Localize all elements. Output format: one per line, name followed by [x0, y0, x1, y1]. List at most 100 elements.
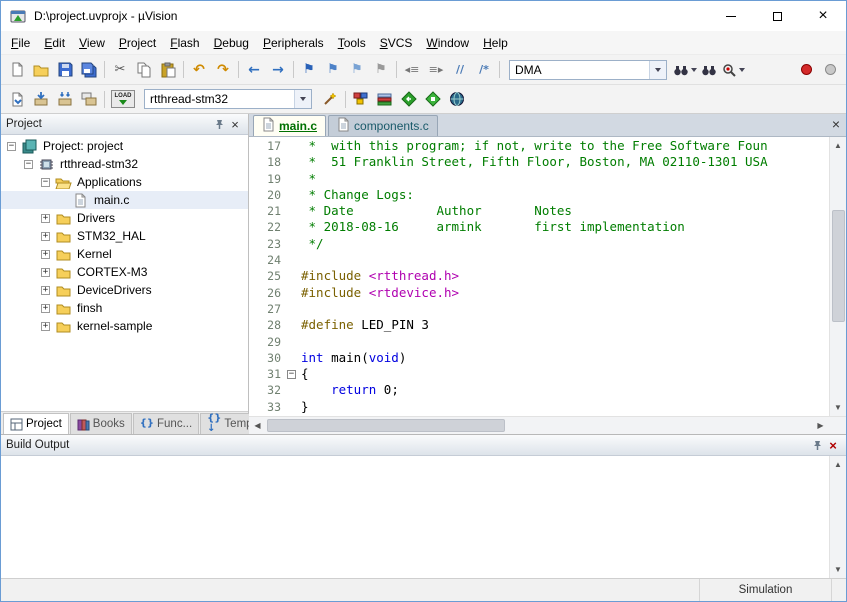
scroll-up-icon[interactable]: ▲ [830, 137, 847, 154]
code-area[interactable]: 17 * with this program; if not, write to… [249, 137, 829, 416]
close-button[interactable]: × [800, 1, 846, 31]
menu-debug[interactable]: Debug [207, 33, 256, 53]
uncomment-button[interactable]: /* [472, 59, 496, 81]
build-output-close-button[interactable]: × [825, 437, 841, 453]
minimize-button[interactable] [708, 1, 754, 31]
nav-back-button[interactable]: ← [242, 59, 266, 81]
bookmark-clear-button[interactable]: ⚑ [369, 59, 393, 81]
indent-right-button[interactable]: ≡▸ [424, 59, 448, 81]
build-pin-icon[interactable] [809, 437, 825, 453]
magnifier-menu-button[interactable] [721, 59, 745, 81]
cut-button[interactable]: ✂ [108, 59, 132, 81]
breakpoint-button[interactable] [794, 59, 818, 81]
project-panel-close-button[interactable]: × [227, 116, 243, 132]
tree-item-applications[interactable]: − Applications [1, 173, 248, 191]
copy-button[interactable] [132, 59, 156, 81]
open-folder-button[interactable] [29, 59, 53, 81]
tree-item-kernel-sample[interactable]: +kernel-sample [1, 317, 248, 335]
expander-plus-icon[interactable]: + [41, 304, 50, 313]
paste-button[interactable] [156, 59, 180, 81]
editor-hscrollbar-thumb[interactable] [267, 419, 505, 432]
build-scroll-up-icon[interactable]: ▲ [830, 456, 847, 473]
comment-button[interactable]: // [448, 59, 472, 81]
pack-installer-button[interactable] [421, 88, 445, 110]
expander-plus-icon[interactable]: + [41, 232, 50, 241]
editor-tab-main-c[interactable]: main.c [253, 115, 326, 136]
expander-plus-icon[interactable]: + [41, 322, 50, 331]
translate-button[interactable] [5, 88, 29, 110]
editor-scrollbar-thumb[interactable] [832, 210, 845, 322]
build-button[interactable] [29, 88, 53, 110]
fold-minus-icon[interactable]: − [285, 366, 298, 382]
tree-item-cortex-m3[interactable]: +CORTEX-M3 [1, 263, 248, 281]
manage-rte-button[interactable] [397, 88, 421, 110]
expander-plus-icon[interactable]: + [41, 268, 50, 277]
target-combo-dropdown-icon[interactable] [294, 90, 311, 108]
tree-item-drivers[interactable]: +Drivers [1, 209, 248, 227]
search-combo-dropdown-icon[interactable] [649, 61, 666, 79]
tree-item-kernel[interactable]: +Kernel [1, 245, 248, 263]
build-scroll-down-icon[interactable]: ▼ [830, 561, 847, 578]
menu-svcs[interactable]: SVCS [373, 33, 420, 53]
target-select-combo[interactable]: rtthread-stm32 [144, 89, 312, 109]
menu-view[interactable]: View [72, 33, 112, 53]
menu-file[interactable]: File [4, 33, 37, 53]
panel-tab-books[interactable]: Books [70, 413, 132, 434]
packs-globe-button[interactable] [445, 88, 469, 110]
save-button[interactable] [53, 59, 77, 81]
menu-window[interactable]: Window [419, 33, 476, 53]
indent-left-button[interactable]: ◂≡ [400, 59, 424, 81]
expander-minus-icon[interactable]: − [7, 142, 16, 151]
batch-build-button[interactable] [77, 88, 101, 110]
panel-tab-project[interactable]: Project [3, 413, 69, 434]
find-in-files-button[interactable] [673, 59, 697, 81]
options-for-target-button[interactable] [318, 88, 342, 110]
build-output-content[interactable] [1, 456, 829, 578]
scroll-left-icon[interactable]: ◀ [249, 417, 266, 434]
panel-tab-func[interactable]: {}Func... [133, 413, 199, 434]
expander-plus-icon[interactable]: + [41, 214, 50, 223]
build-vertical-scrollbar[interactable]: ▲ ▼ [829, 456, 846, 578]
redo-button[interactable]: ↷ [211, 59, 235, 81]
menu-tools[interactable]: Tools [331, 33, 373, 53]
menu-project[interactable]: Project [112, 33, 163, 53]
tree-item-label: Applications [74, 175, 145, 189]
manage-project-items-button[interactable] [349, 88, 373, 110]
menu-help[interactable]: Help [476, 33, 515, 53]
expander-plus-icon[interactable]: + [41, 250, 50, 259]
bookmark-next-button[interactable]: ⚑ [345, 59, 369, 81]
menu-edit[interactable]: Edit [37, 33, 72, 53]
load-button[interactable]: LOAD [108, 88, 138, 110]
expander-minus-icon[interactable]: − [24, 160, 33, 169]
save-all-button[interactable] [77, 59, 101, 81]
menu-flash[interactable]: Flash [163, 33, 206, 53]
tree-item-rtthread-stm32[interactable]: −rtthread-stm32 [1, 155, 248, 173]
rebuild-button[interactable] [53, 88, 77, 110]
maximize-button[interactable] [754, 1, 800, 31]
binoculars-button[interactable] [697, 59, 721, 81]
resize-grip[interactable] [832, 579, 846, 601]
expander-plus-icon[interactable]: + [41, 286, 50, 295]
tree-item-main-c[interactable]: main.c [1, 191, 248, 209]
expander-minus-icon[interactable]: − [41, 178, 50, 187]
search-combo[interactable]: DMA [509, 60, 667, 80]
pin-icon[interactable] [211, 116, 227, 132]
scroll-right-icon[interactable]: ▶ [812, 417, 829, 434]
menu-peripherals[interactable]: Peripherals [256, 33, 331, 53]
bookmark-toggle-button[interactable]: ⚑ [321, 59, 345, 81]
nav-forward-button[interactable]: → [266, 59, 290, 81]
bookmark-button[interactable]: ⚑ [297, 59, 321, 81]
breakpoint-disabled-button[interactable] [818, 59, 842, 81]
tree-item-devicedrivers[interactable]: +DeviceDrivers [1, 281, 248, 299]
new-file-button[interactable] [5, 59, 29, 81]
tree-item-project-project[interactable]: −Project: project [1, 137, 248, 155]
editor-vertical-scrollbar[interactable]: ▲ ▼ [829, 137, 846, 416]
manage-books-button[interactable] [373, 88, 397, 110]
editor-tab-components-c[interactable]: components.c [328, 115, 438, 136]
editor-close-button[interactable]: × [832, 117, 840, 131]
undo-button[interactable]: ↶ [187, 59, 211, 81]
tree-item-stm32-hal[interactable]: +STM32_HAL [1, 227, 248, 245]
tree-item-finsh[interactable]: +finsh [1, 299, 248, 317]
scroll-down-icon[interactable]: ▼ [830, 399, 847, 416]
editor-horizontal-scrollbar[interactable]: ◀ ▶ [249, 416, 846, 434]
